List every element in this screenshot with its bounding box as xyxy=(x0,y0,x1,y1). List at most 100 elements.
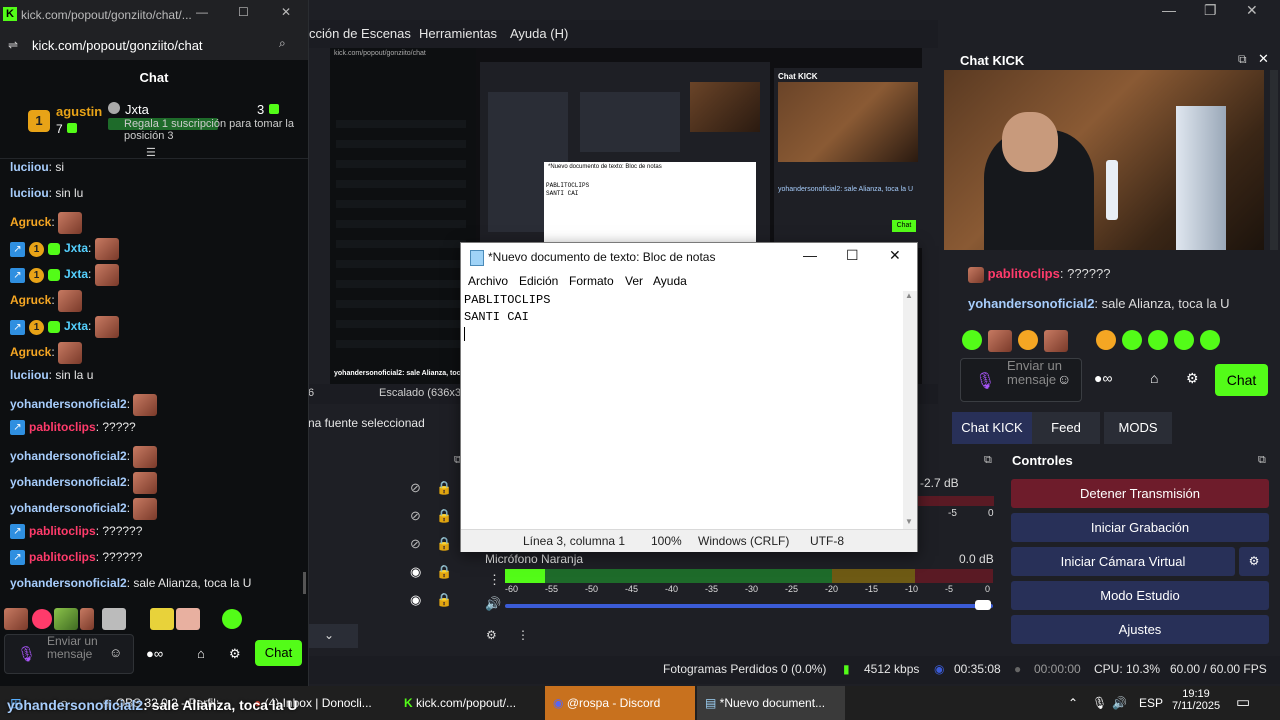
kick-url[interactable]: kick.com/popout/gonziito/chat xyxy=(32,38,203,53)
tab-chat-kick[interactable]: Chat KICK xyxy=(952,412,1032,444)
more-icon[interactable]: ⋮ xyxy=(517,628,529,642)
top-gifter-name[interactable]: agustin xyxy=(56,104,102,119)
close-icon[interactable]: ✕ xyxy=(1246,2,1258,19)
volume-icon[interactable]: 🔊 xyxy=(485,596,501,612)
tab-feed[interactable]: Feed xyxy=(1032,412,1100,444)
chat-username[interactable]: pablitoclips xyxy=(29,420,96,434)
chat-username[interactable]: luciiou xyxy=(10,368,49,382)
dock-scrollbar[interactable] xyxy=(1270,70,1278,250)
language-indicator[interactable]: ESP xyxy=(1139,686,1163,720)
volume-slider[interactable] xyxy=(505,600,993,610)
chat-username[interactable]: yohandersonoficial2 xyxy=(10,475,127,489)
chat-username[interactable]: luciiou xyxy=(10,160,49,174)
menu-view[interactable]: Ver xyxy=(625,274,643,288)
notepad-text-area[interactable]: PABLITOCLIPS SANTI CAI xyxy=(461,291,903,529)
dropdown[interactable]: ⌄ xyxy=(308,624,358,648)
chat-username[interactable]: yohandersonoficial2 xyxy=(10,576,127,590)
gear-icon[interactable]: ⚙ xyxy=(1186,370,1199,387)
menu-help[interactable]: Ayuda (H) xyxy=(510,26,568,41)
chat-username[interactable]: yohandersonoficial2 xyxy=(10,501,127,515)
chat-username[interactable]: luciiou xyxy=(10,186,49,200)
emote-icon[interactable] xyxy=(962,330,982,350)
chat-username[interactable]: Jxta xyxy=(64,241,88,255)
link-icon[interactable]: ●∞ xyxy=(1094,370,1112,386)
link-icon[interactable]: ●∞ xyxy=(146,646,163,661)
chat-username[interactable]: yohandersonoficial2 xyxy=(10,397,127,411)
eye-hidden-icon[interactable]: ⊘ xyxy=(410,480,421,496)
emote-icon[interactable] xyxy=(176,608,200,630)
chat-username[interactable]: Jxta xyxy=(64,267,88,281)
menu-edit[interactable]: Edición xyxy=(519,274,558,288)
site-info-icon[interactable]: ⇌ xyxy=(8,38,18,52)
emote-icon[interactable] xyxy=(1018,330,1038,350)
eye-icon[interactable]: ◉ xyxy=(410,592,421,608)
emote-icon[interactable] xyxy=(1122,330,1142,350)
emoji-icon[interactable]: ☺ xyxy=(1057,371,1071,387)
gear-icon[interactable]: ⚙ xyxy=(1239,547,1269,576)
notification-icon[interactable]: ▭ xyxy=(1236,686,1250,720)
dock-msg-user[interactable]: yohandersonoficial2 xyxy=(968,296,1094,311)
menu-scene-collection[interactable]: cción de Escenas xyxy=(309,26,411,41)
float-icon[interactable]: ⧉ xyxy=(1238,52,1247,67)
emote-icon[interactable] xyxy=(54,608,78,630)
close-icon[interactable]: ✕ xyxy=(1258,51,1269,67)
store-icon[interactable]: ⌂ xyxy=(1150,370,1158,386)
dock-chat-button[interactable]: Chat xyxy=(1215,364,1268,396)
taskbar-item-notepad[interactable]: ▤ *Nuevo document... xyxy=(697,686,845,720)
mic-icon[interactable]: 🎙 xyxy=(17,645,36,663)
menu-format[interactable]: Formato xyxy=(569,274,614,288)
studio-mode-button[interactable]: Modo Estudio xyxy=(1011,581,1269,610)
stop-stream-button[interactable]: Detener Transmisión xyxy=(1011,479,1269,508)
chat-username[interactable]: Jxta xyxy=(64,319,88,333)
emote-icon[interactable] xyxy=(1200,330,1220,350)
dock-float-icon[interactable]: ⧉ xyxy=(984,454,992,467)
emote-icon[interactable] xyxy=(222,609,242,629)
volume-handle[interactable] xyxy=(975,600,991,610)
float-icon[interactable]: ⧉ xyxy=(1258,454,1266,467)
chevron-up-icon[interactable]: ▲ xyxy=(905,291,913,300)
dock-message-input[interactable]: 🎙 Enviar un mensaje ☺ xyxy=(960,358,1082,402)
taskbar-item-kick[interactable]: K kick.com/popout/... xyxy=(404,686,540,720)
eye-icon[interactable]: ◉ xyxy=(410,564,421,580)
minimize-icon[interactable]: — xyxy=(1162,2,1176,18)
chat-username[interactable]: pablitoclips xyxy=(29,524,96,538)
maximize-icon[interactable]: ☐ xyxy=(238,5,249,19)
lock-icon[interactable]: 🔒 xyxy=(436,508,452,524)
menu-tools[interactable]: Herramientas xyxy=(419,26,497,41)
close-icon[interactable]: ✕ xyxy=(889,247,901,264)
more-icon[interactable]: ⋮ xyxy=(488,572,501,588)
clock[interactable]: 19:19 7/11/2025 xyxy=(1166,686,1226,720)
chevron-down-icon[interactable]: ▼ xyxy=(905,517,913,526)
start-recording-button[interactable]: Iniciar Grabación xyxy=(1011,513,1269,542)
chat-username[interactable]: Agruck xyxy=(10,345,51,359)
emoji-icon[interactable]: ☺ xyxy=(109,645,122,660)
store-icon[interactable]: ⌂ xyxy=(197,646,205,661)
chat-username[interactable]: Agruck xyxy=(10,215,51,229)
emote-icon[interactable] xyxy=(1044,330,1068,352)
emote-icon[interactable] xyxy=(80,608,94,630)
chat-username[interactable]: yohandersonoficial2 xyxy=(10,449,127,463)
emote-icon[interactable] xyxy=(1174,330,1194,350)
chat-username[interactable]: pablitoclips xyxy=(29,550,96,564)
emote-icon[interactable] xyxy=(988,330,1012,352)
emote-icon[interactable] xyxy=(4,608,28,630)
settings-button[interactable]: Ajustes xyxy=(1011,615,1269,644)
maximize-icon[interactable]: ☐ xyxy=(846,247,859,264)
dock-msg-user[interactable]: pablitoclips xyxy=(988,266,1060,281)
zoom-icon[interactable]: ⌕ xyxy=(279,36,286,51)
emote-icon[interactable] xyxy=(1096,330,1116,350)
menu-help[interactable]: Ayuda xyxy=(653,274,687,288)
eye-hidden-icon[interactable]: ⊘ xyxy=(410,536,421,552)
eye-hidden-icon[interactable]: ⊘ xyxy=(410,508,421,524)
gear-icon[interactable]: ⚙ xyxy=(486,628,497,642)
volume-icon[interactable]: 🔊 xyxy=(1112,686,1127,720)
minimize-icon[interactable]: — xyxy=(196,5,208,19)
gear-icon[interactable]: ⚙ xyxy=(229,646,241,662)
emote-icon[interactable] xyxy=(1148,330,1168,350)
notepad-scrollbar[interactable]: ▲ ▼ xyxy=(903,291,917,529)
second-gifter-name[interactable]: Jxta xyxy=(125,102,149,117)
chat-scrollbar[interactable] xyxy=(303,572,306,594)
emote-icon[interactable] xyxy=(32,609,52,629)
lock-icon[interactable]: 🔒 xyxy=(436,536,452,552)
emote-icon[interactable] xyxy=(102,608,126,630)
